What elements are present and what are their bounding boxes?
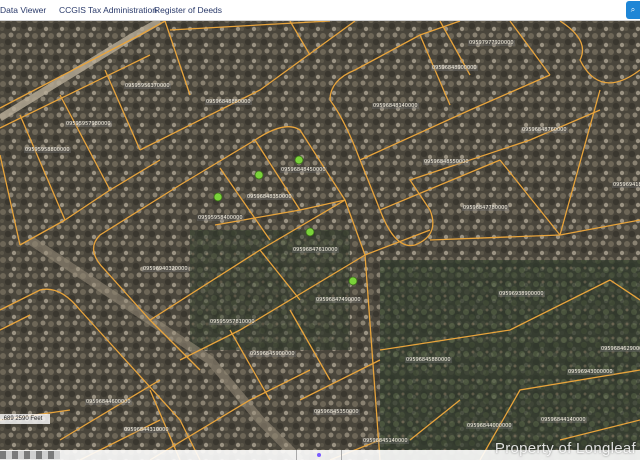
parcel-label[interactable]: 09596844600000 xyxy=(85,399,132,405)
parcel-label[interactable]: 09596848760000 xyxy=(521,127,568,133)
parcel-label[interactable]: 09596845350000 xyxy=(313,409,360,415)
parcel-label[interactable]: 09596941870000 xyxy=(612,182,640,188)
parcel-label[interactable]: 09596844140000 xyxy=(540,417,587,423)
parcel-pin[interactable] xyxy=(213,192,223,202)
nav-tax-administration[interactable]: Tax Administration xyxy=(88,5,157,15)
parcel-label[interactable]: 09596847610000 xyxy=(292,247,339,253)
location-dot-icon xyxy=(317,453,321,457)
nav-register-of-deeds[interactable]: Register of Deeds xyxy=(154,5,222,15)
parcel-label[interactable]: 09596846290000 xyxy=(600,346,640,352)
parcel-label[interactable]: 09595956370000 xyxy=(124,83,171,89)
parcel-label[interactable]: 09596848350000 xyxy=(246,194,293,200)
parcel-label[interactable]: 09596943000000 xyxy=(567,369,614,375)
parcel-label[interactable]: 09595958400000 xyxy=(197,215,244,221)
parcel-label[interactable]: 09596847780000 xyxy=(462,205,509,211)
aerial-parcel-map[interactable] xyxy=(0,21,640,460)
parcel-label[interactable]: 09596938900000 xyxy=(498,291,545,297)
parcel-label[interactable]: 09595957980000 xyxy=(65,121,112,127)
scale-marker xyxy=(296,450,342,460)
watermark: Property of Longleaf xyxy=(494,440,636,457)
scale-readout: .689 2590 Feet xyxy=(0,414,50,424)
parcel-label[interactable]: 09596845880000 xyxy=(405,357,452,363)
parcel-label[interactable]: 09596848900000 xyxy=(431,65,478,71)
parcel-label[interactable]: 09596847490000 xyxy=(315,297,362,303)
parcel-pin[interactable] xyxy=(254,170,264,180)
parcel-label[interactable]: 09596940320000 xyxy=(142,266,189,272)
parcel-pin[interactable] xyxy=(348,276,358,286)
parcel-label[interactable]: 09596848880000 xyxy=(205,99,252,105)
nav-ccgis[interactable]: CCGIS xyxy=(59,5,86,15)
parcel-label[interactable]: 09595958800000 xyxy=(24,147,71,153)
parcel-label[interactable]: 09596848450000 xyxy=(280,167,327,173)
parcel-label[interactable]: 09596844310000 xyxy=(123,427,170,433)
parcel-label[interactable]: 09596844000000 xyxy=(466,423,513,429)
parcel-label[interactable]: 09596848140000 xyxy=(372,103,419,109)
top-nav-bar: Data Viewer CCGIS Tax Administration Reg… xyxy=(0,0,640,21)
parcel-pin[interactable] xyxy=(305,227,315,237)
map-view[interactable]: 09597977920000 09596848900000 0959595637… xyxy=(0,21,640,460)
scale-ruler xyxy=(0,451,60,459)
parcel-label[interactable]: 09595957810000 xyxy=(209,319,256,325)
parcel-label[interactable]: 09596845900000 xyxy=(249,351,296,357)
nav-data-viewer[interactable]: Data Viewer xyxy=(0,5,46,15)
parcel-pin[interactable] xyxy=(294,155,304,165)
parcel-label[interactable]: 09597977920000 xyxy=(468,40,515,46)
parcel-label[interactable]: 09596848550000 xyxy=(423,159,470,165)
parcel-label[interactable]: 09596845140000 xyxy=(362,438,409,444)
search-icon[interactable]: ⌕ xyxy=(626,1,640,19)
